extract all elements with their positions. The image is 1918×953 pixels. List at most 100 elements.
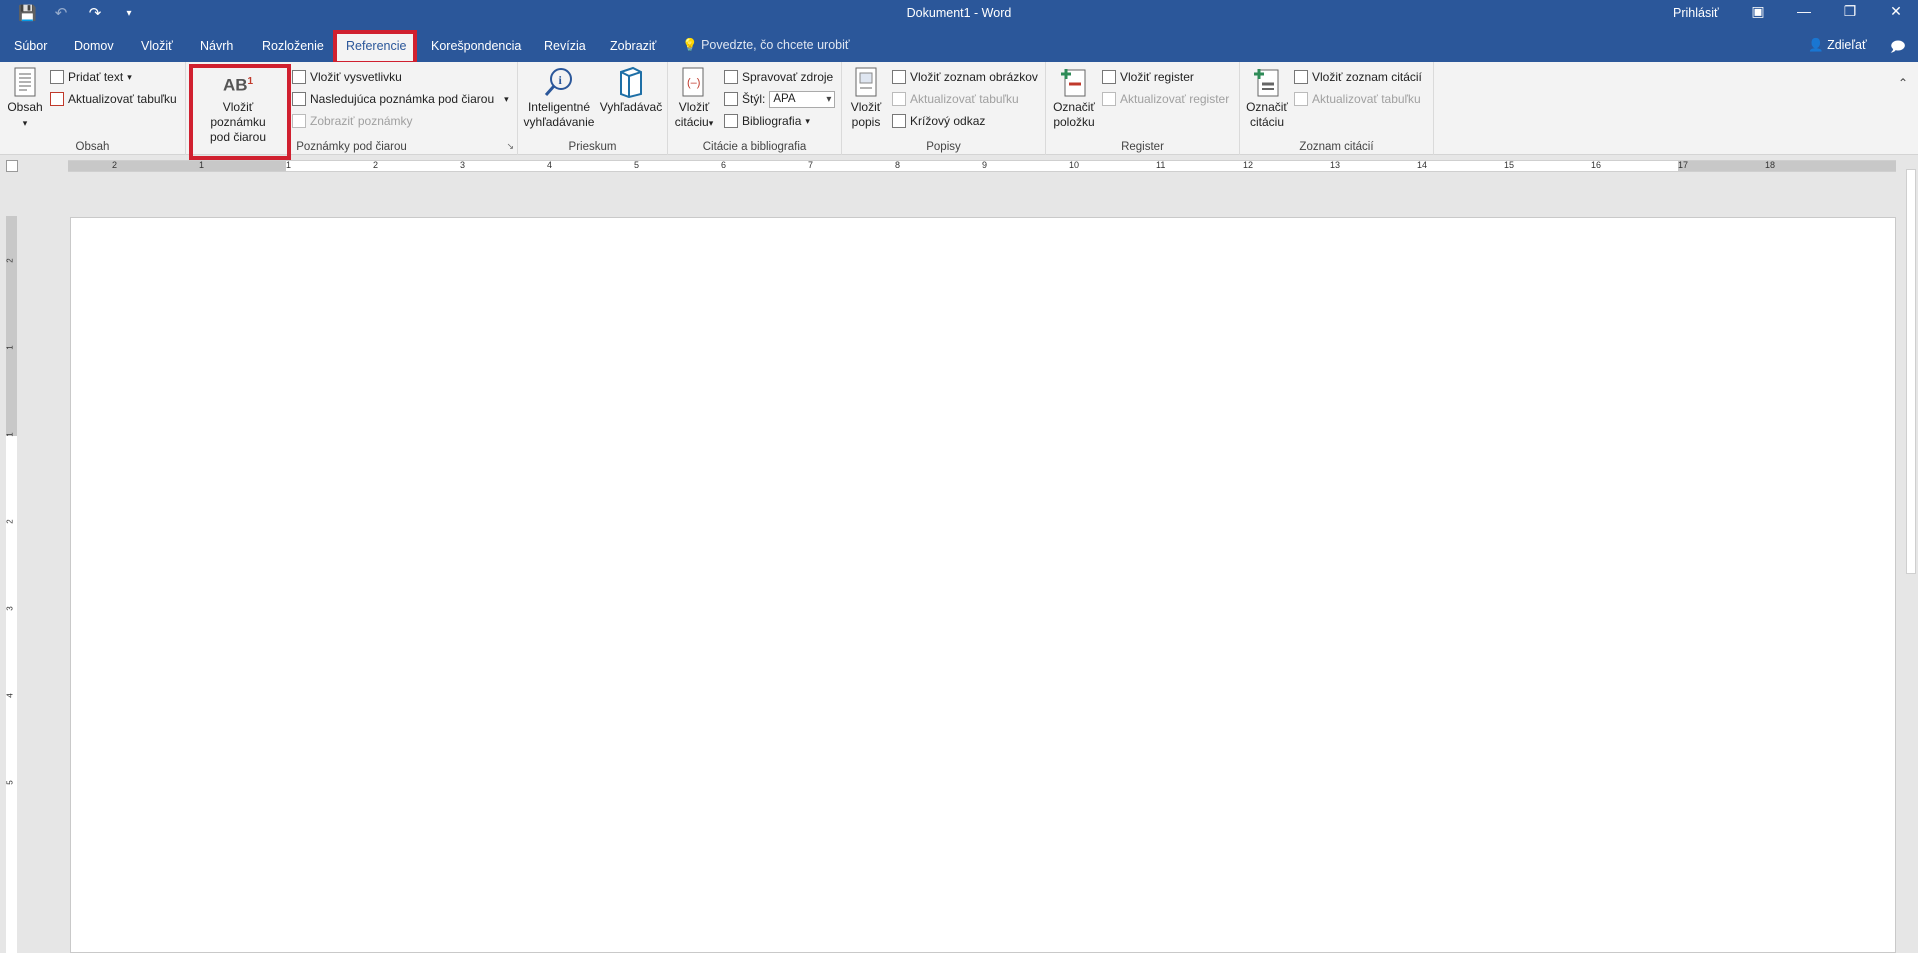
update-figures-table-button[interactable]: Aktualizovať tabuľku xyxy=(892,90,1019,108)
insert-citation-button[interactable]: (–) Vložiť citáciu▾ xyxy=(672,66,716,131)
tab-selector[interactable] xyxy=(6,160,18,172)
tab-referencie[interactable]: Referencie xyxy=(333,30,417,65)
comments-icon[interactable]: 🗩 xyxy=(1890,36,1906,60)
insert-endnote-label: Vložiť vysvetlivku xyxy=(310,70,402,84)
ruler-number: 16 xyxy=(1591,160,1602,170)
ruler-number: 2 xyxy=(5,258,15,263)
show-notes-label: Zobraziť poznámky xyxy=(310,114,413,128)
group-label-index: Register xyxy=(1121,141,1164,153)
style-selector[interactable]: Štýl: APA xyxy=(724,90,836,108)
ruler-number: 2 xyxy=(373,160,379,170)
update-figures-table-icon xyxy=(892,92,906,106)
add-text-label: Pridať text xyxy=(68,70,124,84)
dropdown-arrow-icon: ▾ xyxy=(504,93,509,104)
manage-sources-label: Spravovať zdroje xyxy=(742,70,834,84)
update-index-icon xyxy=(1102,92,1116,106)
vertical-ruler[interactable]: 2 1 1 2 3 4 5 xyxy=(6,216,17,953)
horizontal-ruler[interactable]: 2 1 1 2 3 4 5 6 7 8 9 10 11 12 13 14 15 16 17 18 xyxy=(68,160,1896,172)
insert-caption-button[interactable]: Vložiť popis xyxy=(846,66,886,130)
add-text-button[interactable]: Pridať text ▾ xyxy=(50,68,132,86)
svg-text:(–): (–) xyxy=(687,77,700,89)
table-of-contents-button[interactable]: Obsah ▾ xyxy=(6,66,44,131)
group-table-of-authorities: Označiť citáciu Vložiť zoznam citácií Ak… xyxy=(1240,62,1434,155)
toc-label: Obsah xyxy=(7,100,43,114)
insert-citation-label-1: Vložiť xyxy=(678,100,710,114)
update-index-label: Aktualizovať register xyxy=(1120,92,1230,106)
tab-zobrazit[interactable]: Zobraziť xyxy=(600,28,666,62)
cross-reference-icon xyxy=(892,114,906,128)
vertical-scrollbar[interactable] xyxy=(1904,157,1918,953)
insert-toa-button[interactable]: Vložiť zoznam citácií xyxy=(1294,68,1422,86)
tab-revizia[interactable]: Revízia xyxy=(534,28,596,62)
minimize-icon[interactable]: — xyxy=(1792,3,1816,19)
smart-lookup-button[interactable]: i Inteligentné vyhľadávanie xyxy=(522,66,596,130)
tab-navrh[interactable]: Návrh xyxy=(190,28,243,62)
tell-me-box[interactable]: 💡 Povedzte, čo chcete urobiť xyxy=(682,38,850,53)
dropdown-arrow-icon: ▾ xyxy=(127,71,132,82)
mark-citation-button[interactable]: Označiť citáciu xyxy=(1242,66,1292,130)
next-footnote-button[interactable]: Nasledujúca poznámka pod čiarou ▾ xyxy=(292,90,509,108)
insert-index-label: Vložiť register xyxy=(1120,70,1194,84)
insert-table-of-figures-button[interactable]: Vložiť zoznam obrázkov xyxy=(892,68,1038,86)
highlight-insert-footnote xyxy=(189,64,291,160)
close-icon[interactable]: ✕ xyxy=(1884,3,1908,20)
tab-domov[interactable]: Domov xyxy=(64,28,124,62)
bibliography-button[interactable]: Bibliografia ▾ xyxy=(724,112,810,130)
ruler-number: 14 xyxy=(1417,160,1428,170)
insert-endnote-button[interactable]: Vložiť vysvetlivku xyxy=(292,68,402,86)
ribbon-display-options-icon[interactable]: ▣ xyxy=(1746,3,1770,20)
ruler-number: 10 xyxy=(1069,160,1080,170)
group-label-prieskum: Prieskum xyxy=(568,141,617,153)
ruler-number: 18 xyxy=(1765,160,1776,170)
style-label: Štýl: xyxy=(742,92,766,106)
tab-vlozit[interactable]: Vložiť xyxy=(131,28,183,62)
ruler-number: 6 xyxy=(721,160,727,170)
style-dropdown[interactable]: APA xyxy=(769,90,836,108)
ruler-number: 9 xyxy=(982,160,988,170)
manage-sources-icon xyxy=(724,70,738,84)
manage-sources-button[interactable]: Spravovať zdroje xyxy=(724,68,833,86)
update-toa-button[interactable]: Aktualizovať tabuľku xyxy=(1294,90,1421,108)
dropdown-arrow-icon: ▾ xyxy=(22,118,28,128)
update-table-label: Aktualizovať tabuľku xyxy=(68,92,177,106)
researcher-button[interactable]: Vyhľadávač xyxy=(598,66,664,115)
group-obsah: Obsah ▾ Pridať text ▾ Aktualizovať tabuľku… xyxy=(0,62,186,155)
tab-korespondencia[interactable]: Korešpondencia xyxy=(421,28,531,62)
document-page[interactable] xyxy=(70,217,1896,953)
ruler-number: 13 xyxy=(1330,160,1341,170)
dropdown-arrow-icon: ▾ xyxy=(805,115,810,126)
insert-caption-label-1: Vložiť xyxy=(850,100,882,114)
insert-index-button[interactable]: Vložiť register xyxy=(1102,68,1194,86)
cross-reference-label: Krížový odkaz xyxy=(910,114,986,128)
researcher-icon xyxy=(620,66,642,98)
update-table-button[interactable]: Aktualizovať tabuľku xyxy=(50,90,177,108)
tab-subor[interactable]: Súbor xyxy=(4,28,57,62)
mark-entry-button[interactable]: Označiť položku xyxy=(1050,66,1098,130)
signin-link[interactable]: Prihlásiť xyxy=(1673,6,1719,20)
insert-caption-label-2: popis xyxy=(851,115,881,129)
show-notes-button[interactable]: Zobraziť poznámky xyxy=(292,112,413,130)
ruler-number: 3 xyxy=(460,160,466,170)
scrollbar-thumb[interactable] xyxy=(1906,169,1916,574)
show-notes-icon xyxy=(292,114,306,128)
dialog-launcher-icon[interactable]: ↘ xyxy=(506,141,514,152)
ruler-number: 12 xyxy=(1243,160,1254,170)
group-captions: Vložiť popis Vložiť zoznam obrázkov Aktu… xyxy=(842,62,1046,155)
title-bar: 💾 ↶ ↷ ▾ Dokument1 - Word Prihlásiť ▣ — ❐… xyxy=(0,0,1918,28)
update-index-button[interactable]: Aktualizovať register xyxy=(1102,90,1229,108)
cross-reference-button[interactable]: Krížový odkaz xyxy=(892,112,985,130)
update-table-icon xyxy=(50,92,64,106)
tab-rozlozenie[interactable]: Rozloženie xyxy=(252,28,334,62)
smart-lookup-label-2: vyhľadávanie xyxy=(523,115,595,129)
group-prieskum: i Inteligentné vyhľadávanie Vyhľadávač P… xyxy=(518,62,668,155)
ruler-number: 1 xyxy=(199,160,205,170)
dropdown-arrow-icon: ▾ xyxy=(708,118,714,128)
mark-citation-label-2: citáciu xyxy=(1249,115,1284,129)
table-of-figures-label: Vložiť zoznam obrázkov xyxy=(910,70,1038,84)
ruler-number: 4 xyxy=(547,160,553,170)
ruler-number: 17 xyxy=(1678,160,1689,170)
collapse-ribbon-icon[interactable]: ⌃ xyxy=(1898,76,1908,90)
update-toa-label: Aktualizovať tabuľku xyxy=(1312,92,1421,106)
restore-icon[interactable]: ❐ xyxy=(1838,3,1862,20)
share-button[interactable]: 👤 Zdieľať xyxy=(1808,38,1867,53)
